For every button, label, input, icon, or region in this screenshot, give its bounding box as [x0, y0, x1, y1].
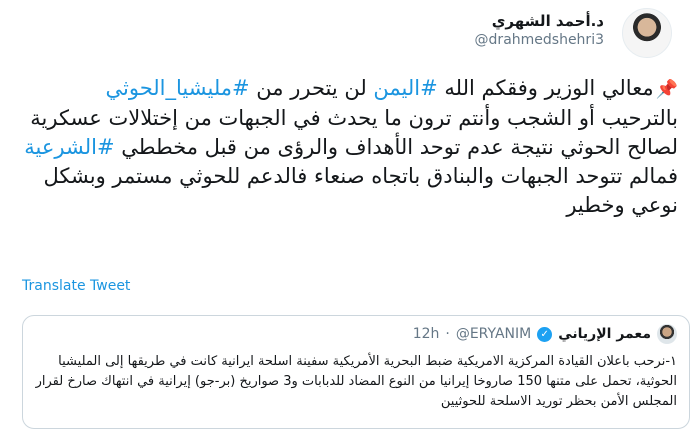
verified-badge-icon: ✓: [537, 326, 553, 342]
hashtag-yemen[interactable]: #اليمن: [373, 76, 438, 100]
pushpin-icon: 📌: [655, 79, 679, 100]
quoted-timestamp[interactable]: 12h: [413, 326, 440, 342]
author-handle[interactable]: @drahmedshehri3: [475, 32, 604, 48]
tweet-text-segment: معالي الوزير وفقكم الله: [437, 76, 654, 100]
tweet-text: 📌معالي الوزير وفقكم الله #اليمن لن يتحرر…: [24, 74, 678, 220]
hashtag-legitimacy[interactable]: #الشرعية: [24, 135, 115, 159]
tweet-text-segment: لن يتحرر من: [249, 76, 374, 100]
tweet-header: د.أحمد الشهري @drahmedshehri3: [14, 6, 686, 58]
tweet-text-segment: بالترحيب أو الشجب وأنتم ترون ما يحدث في …: [30, 106, 678, 159]
hashtag-houthi-militia[interactable]: #مليشيا_الحوثي: [106, 76, 250, 100]
quoted-tweet[interactable]: معمر الإرياني ✓ @ERYANIM · 12h ١-نرحب با…: [22, 315, 690, 429]
author-display-name[interactable]: د.أحمد الشهري: [475, 12, 604, 30]
tweet-card: د.أحمد الشهري @drahmedshehri3 📌معالي الو…: [0, 0, 700, 429]
tweet-text-segment: فمالم تتوحد الجبهات والبنادق باتجاه صنعا…: [43, 164, 679, 217]
quoted-author-name[interactable]: معمر الإرياني: [558, 326, 651, 342]
quoted-tweet-header: معمر الإرياني ✓ @ERYANIM · 12h: [413, 324, 677, 344]
translate-tweet-link[interactable]: Translate Tweet: [22, 278, 130, 294]
dot-separator: ·: [445, 326, 450, 342]
author-avatar[interactable]: [622, 8, 672, 58]
quoted-tweet-text: ١-نرحب باعلان القيادة المركزية الامريكية…: [35, 354, 677, 409]
author-info[interactable]: د.أحمد الشهري @drahmedshehri3: [475, 12, 604, 48]
quoted-author-avatar[interactable]: [657, 324, 677, 344]
quoted-author-handle[interactable]: @ERYANIM: [456, 326, 531, 342]
